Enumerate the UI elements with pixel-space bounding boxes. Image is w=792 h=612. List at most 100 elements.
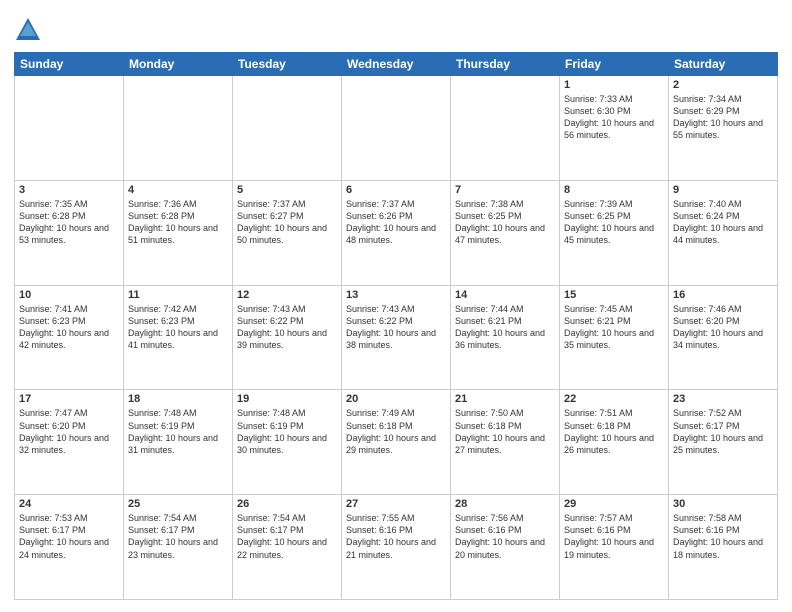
weekday-header-saturday: Saturday [669,53,778,76]
calendar-cell: 2 Sunrise: 7:34 AM Sunset: 6:29 PM Daylig… [669,76,778,181]
day-number: 13 [346,289,446,301]
calendar-cell [233,76,342,181]
calendar-cell: 29 Sunrise: 7:57 AM Sunset: 6:16 PM Dayli… [560,495,669,600]
day-info: Sunrise: 7:43 AM Sunset: 6:22 PM Dayligh… [237,303,337,352]
calendar-week-row: 17 Sunrise: 7:47 AM Sunset: 6:20 PM Dayli… [15,390,778,495]
day-info: Sunrise: 7:45 AM Sunset: 6:21 PM Dayligh… [564,303,664,352]
calendar-cell: 3 Sunrise: 7:35 AM Sunset: 6:28 PM Daylig… [15,180,124,285]
calendar-week-row: 3 Sunrise: 7:35 AM Sunset: 6:28 PM Daylig… [15,180,778,285]
calendar-cell: 4 Sunrise: 7:36 AM Sunset: 6:28 PM Daylig… [124,180,233,285]
day-number: 19 [237,393,337,405]
day-number: 24 [19,498,119,510]
calendar-cell: 5 Sunrise: 7:37 AM Sunset: 6:27 PM Daylig… [233,180,342,285]
day-info: Sunrise: 7:50 AM Sunset: 6:18 PM Dayligh… [455,407,555,456]
calendar-cell: 9 Sunrise: 7:40 AM Sunset: 6:24 PM Daylig… [669,180,778,285]
calendar-cell: 12 Sunrise: 7:43 AM Sunset: 6:22 PM Dayli… [233,285,342,390]
calendar-cell: 15 Sunrise: 7:45 AM Sunset: 6:21 PM Dayli… [560,285,669,390]
calendar-cell: 27 Sunrise: 7:55 AM Sunset: 6:16 PM Dayli… [342,495,451,600]
day-info: Sunrise: 7:37 AM Sunset: 6:26 PM Dayligh… [346,198,446,247]
logo-icon [14,16,42,44]
calendar-cell: 24 Sunrise: 7:53 AM Sunset: 6:17 PM Dayli… [15,495,124,600]
day-info: Sunrise: 7:44 AM Sunset: 6:21 PM Dayligh… [455,303,555,352]
day-info: Sunrise: 7:57 AM Sunset: 6:16 PM Dayligh… [564,512,664,561]
weekday-header-tuesday: Tuesday [233,53,342,76]
day-number: 8 [564,184,664,196]
day-info: Sunrise: 7:38 AM Sunset: 6:25 PM Dayligh… [455,198,555,247]
day-info: Sunrise: 7:36 AM Sunset: 6:28 PM Dayligh… [128,198,228,247]
day-number: 6 [346,184,446,196]
day-number: 15 [564,289,664,301]
calendar-cell: 22Sunrise: 7:51 AM Sunset: 6:18 PM Dayli… [560,390,669,495]
calendar-cell: 20Sunrise: 7:49 AM Sunset: 6:18 PM Dayli… [342,390,451,495]
day-number: 21 [455,393,555,405]
weekday-header-row: SundayMondayTuesdayWednesdayThursdayFrid… [15,53,778,76]
day-info: Sunrise: 7:34 AM Sunset: 6:29 PM Dayligh… [673,93,773,142]
calendar-week-row: 24 Sunrise: 7:53 AM Sunset: 6:17 PM Dayli… [15,495,778,600]
calendar-cell: 13 Sunrise: 7:43 AM Sunset: 6:22 PM Dayli… [342,285,451,390]
day-info: Sunrise: 7:54 AM Sunset: 6:17 PM Dayligh… [237,512,337,561]
weekday-header-wednesday: Wednesday [342,53,451,76]
weekday-header-monday: Monday [124,53,233,76]
day-info: Sunrise: 7:41 AM Sunset: 6:23 PM Dayligh… [19,303,119,352]
day-number: 27 [346,498,446,510]
day-number: 28 [455,498,555,510]
day-info: Sunrise: 7:46 AM Sunset: 6:20 PM Dayligh… [673,303,773,352]
page: SundayMondayTuesdayWednesdayThursdayFrid… [0,0,792,612]
day-number: 30 [673,498,773,510]
calendar-cell: 28 Sunrise: 7:56 AM Sunset: 6:16 PM Dayli… [451,495,560,600]
day-info: Sunrise: 7:47 AM Sunset: 6:20 PM Dayligh… [19,407,119,456]
calendar-table: SundayMondayTuesdayWednesdayThursdayFrid… [14,52,778,600]
day-number: 18 [128,393,228,405]
day-info: Sunrise: 7:51 AM Sunset: 6:18 PM Dayligh… [564,407,664,456]
day-number: 11 [128,289,228,301]
day-info: Sunrise: 7:54 AM Sunset: 6:17 PM Dayligh… [128,512,228,561]
calendar-cell: 19 Sunrise: 7:48 AM Sunset: 6:19 PM Dayli… [233,390,342,495]
day-info: Sunrise: 7:37 AM Sunset: 6:27 PM Dayligh… [237,198,337,247]
day-number: 3 [19,184,119,196]
calendar-cell [342,76,451,181]
day-info: Sunrise: 7:48 AM Sunset: 6:19 PM Dayligh… [237,407,337,456]
calendar-cell: 21 Sunrise: 7:50 AM Sunset: 6:18 PM Dayli… [451,390,560,495]
calendar-cell: 7 Sunrise: 7:38 AM Sunset: 6:25 PM Daylig… [451,180,560,285]
calendar-cell: 26 Sunrise: 7:54 AM Sunset: 6:17 PM Dayli… [233,495,342,600]
day-info: Sunrise: 7:43 AM Sunset: 6:22 PM Dayligh… [346,303,446,352]
day-number: 10 [19,289,119,301]
calendar-cell: 8 Sunrise: 7:39 AM Sunset: 6:25 PM Daylig… [560,180,669,285]
calendar-cell: 6 Sunrise: 7:37 AM Sunset: 6:26 PM Daylig… [342,180,451,285]
weekday-header-sunday: Sunday [15,53,124,76]
day-info: Sunrise: 7:33 AM Sunset: 6:30 PM Dayligh… [564,93,664,142]
day-info: Sunrise: 7:39 AM Sunset: 6:25 PM Dayligh… [564,198,664,247]
day-number: 7 [455,184,555,196]
day-info: Sunrise: 7:42 AM Sunset: 6:23 PM Dayligh… [128,303,228,352]
day-number: 23 [673,393,773,405]
day-info: Sunrise: 7:55 AM Sunset: 6:16 PM Dayligh… [346,512,446,561]
day-info: Sunrise: 7:40 AM Sunset: 6:24 PM Dayligh… [673,198,773,247]
calendar-cell: 1 Sunrise: 7:33 AM Sunset: 6:30 PM Daylig… [560,76,669,181]
day-info: Sunrise: 7:35 AM Sunset: 6:28 PM Dayligh… [19,198,119,247]
weekday-header-thursday: Thursday [451,53,560,76]
logo [14,16,46,44]
day-number: 17 [19,393,119,405]
day-number: 25 [128,498,228,510]
day-number: 26 [237,498,337,510]
day-info: Sunrise: 7:56 AM Sunset: 6:16 PM Dayligh… [455,512,555,561]
day-info: Sunrise: 7:52 AM Sunset: 6:17 PM Dayligh… [673,407,773,456]
weekday-header-friday: Friday [560,53,669,76]
day-number: 5 [237,184,337,196]
day-number: 12 [237,289,337,301]
calendar-cell: 14Sunrise: 7:44 AM Sunset: 6:21 PM Dayli… [451,285,560,390]
day-number: 16 [673,289,773,301]
day-number: 2 [673,79,773,91]
calendar-cell: 11 Sunrise: 7:42 AM Sunset: 6:23 PM Dayli… [124,285,233,390]
day-number: 4 [128,184,228,196]
day-number: 1 [564,79,664,91]
calendar-cell: 23 Sunrise: 7:52 AM Sunset: 6:17 PM Dayli… [669,390,778,495]
calendar-cell: 30Sunrise: 7:58 AM Sunset: 6:16 PM Dayli… [669,495,778,600]
calendar-cell: 18Sunrise: 7:48 AM Sunset: 6:19 PM Dayli… [124,390,233,495]
day-info: Sunrise: 7:53 AM Sunset: 6:17 PM Dayligh… [19,512,119,561]
day-number: 29 [564,498,664,510]
calendar-cell [451,76,560,181]
header [14,12,778,44]
day-number: 20 [346,393,446,405]
day-number: 9 [673,184,773,196]
